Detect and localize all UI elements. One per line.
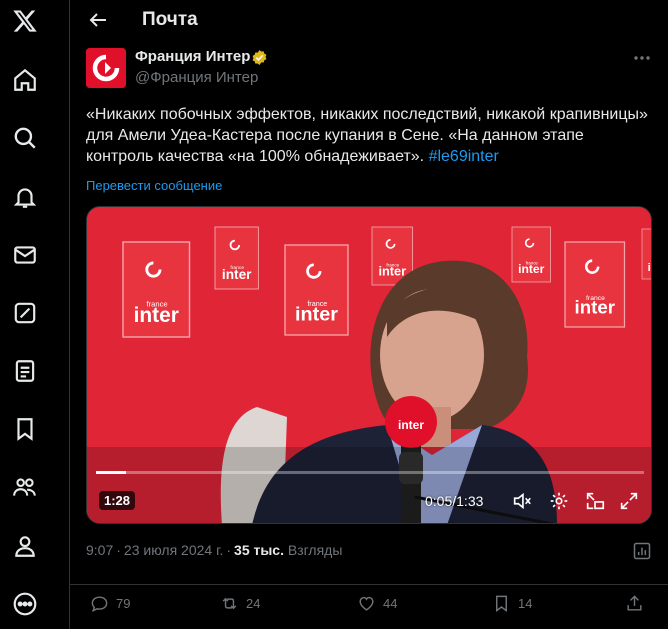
settings-gear-icon[interactable] (548, 490, 570, 512)
tweet-body: «Никаких побочных эффектов, никаких посл… (86, 106, 648, 165)
repost-icon (222, 597, 237, 609)
video-progress-fill (96, 471, 126, 474)
reply-button[interactable]: 79 (90, 593, 130, 613)
views-count: 35 тыс. (234, 542, 284, 558)
analytics-icon[interactable] (632, 541, 652, 561)
page-header: Почта (70, 0, 668, 40)
bookmarks-icon[interactable] (11, 415, 39, 443)
share-icon (627, 594, 642, 611)
video-frame: france inter (87, 207, 651, 523)
video-current-time: 0:05 (425, 493, 453, 509)
tweet-time[interactable]: 9:07 (86, 542, 113, 558)
video-player[interactable]: france inter (86, 206, 652, 524)
home-icon[interactable] (11, 66, 39, 94)
avatar[interactable] (86, 48, 126, 88)
lists-icon[interactable] (11, 357, 39, 385)
reply-count: 79 (116, 595, 131, 611)
tweet-text: «Никаких побочных эффектов, никаких посл… (86, 104, 651, 167)
video-time-display: 0:05/1:33 (425, 493, 484, 509)
heart-icon (359, 596, 374, 611)
bookmark-icon (496, 595, 507, 612)
repost-count: 24 (246, 595, 261, 611)
grok-icon[interactable] (11, 299, 39, 327)
author-name[interactable]: Франция Интер (135, 48, 250, 65)
more-options-icon[interactable] (631, 50, 653, 66)
verified-badge-icon (251, 49, 268, 66)
tweet-actions-bar: 79 24 44 14 (70, 584, 668, 621)
bookmark-button[interactable]: 14 (492, 593, 532, 613)
like-count: 44 (383, 595, 398, 611)
sidebar-nav (0, 0, 70, 629)
profile-icon[interactable] (11, 532, 39, 560)
video-progress-bar[interactable] (96, 471, 644, 474)
x-logo-icon[interactable] (11, 7, 39, 35)
communities-icon[interactable] (11, 473, 39, 501)
main-column: Почта Франция Интер @Франция Интер «Ника… (70, 0, 668, 629)
tweet-date[interactable]: 23 июля 2024 г. (124, 542, 223, 558)
mute-icon[interactable] (511, 490, 533, 512)
messages-envelope-icon[interactable] (11, 241, 39, 269)
more-circle-icon[interactable] (11, 590, 39, 618)
views-label: Взгляды (287, 542, 343, 558)
video-total-time: 1:33 (456, 493, 484, 509)
translate-link[interactable]: Перевести сообщение (86, 178, 222, 193)
page-title: Почта (142, 9, 198, 30)
picture-in-picture-icon[interactable] (584, 490, 606, 512)
back-arrow-icon[interactable] (86, 8, 110, 32)
bookmark-count: 14 (518, 595, 533, 611)
repost-button[interactable]: 24 (220, 593, 260, 613)
author-handle[interactable]: @Франция Интер (135, 69, 258, 86)
svg-text:inter: inter (398, 418, 424, 432)
like-button[interactable]: 44 (357, 593, 397, 613)
notifications-bell-icon[interactable] (11, 183, 39, 211)
video-duration-badge: 1:28 (99, 491, 136, 510)
reply-icon (91, 595, 108, 612)
fullscreen-icon[interactable] (618, 490, 640, 512)
tweet-meta: 9:07 · 23 июля 2024 г. · 35 тыс. Взгляды (86, 542, 343, 558)
share-button[interactable] (625, 593, 644, 613)
search-icon[interactable] (11, 124, 39, 152)
hashtag-link[interactable]: #le69inter (429, 148, 499, 165)
